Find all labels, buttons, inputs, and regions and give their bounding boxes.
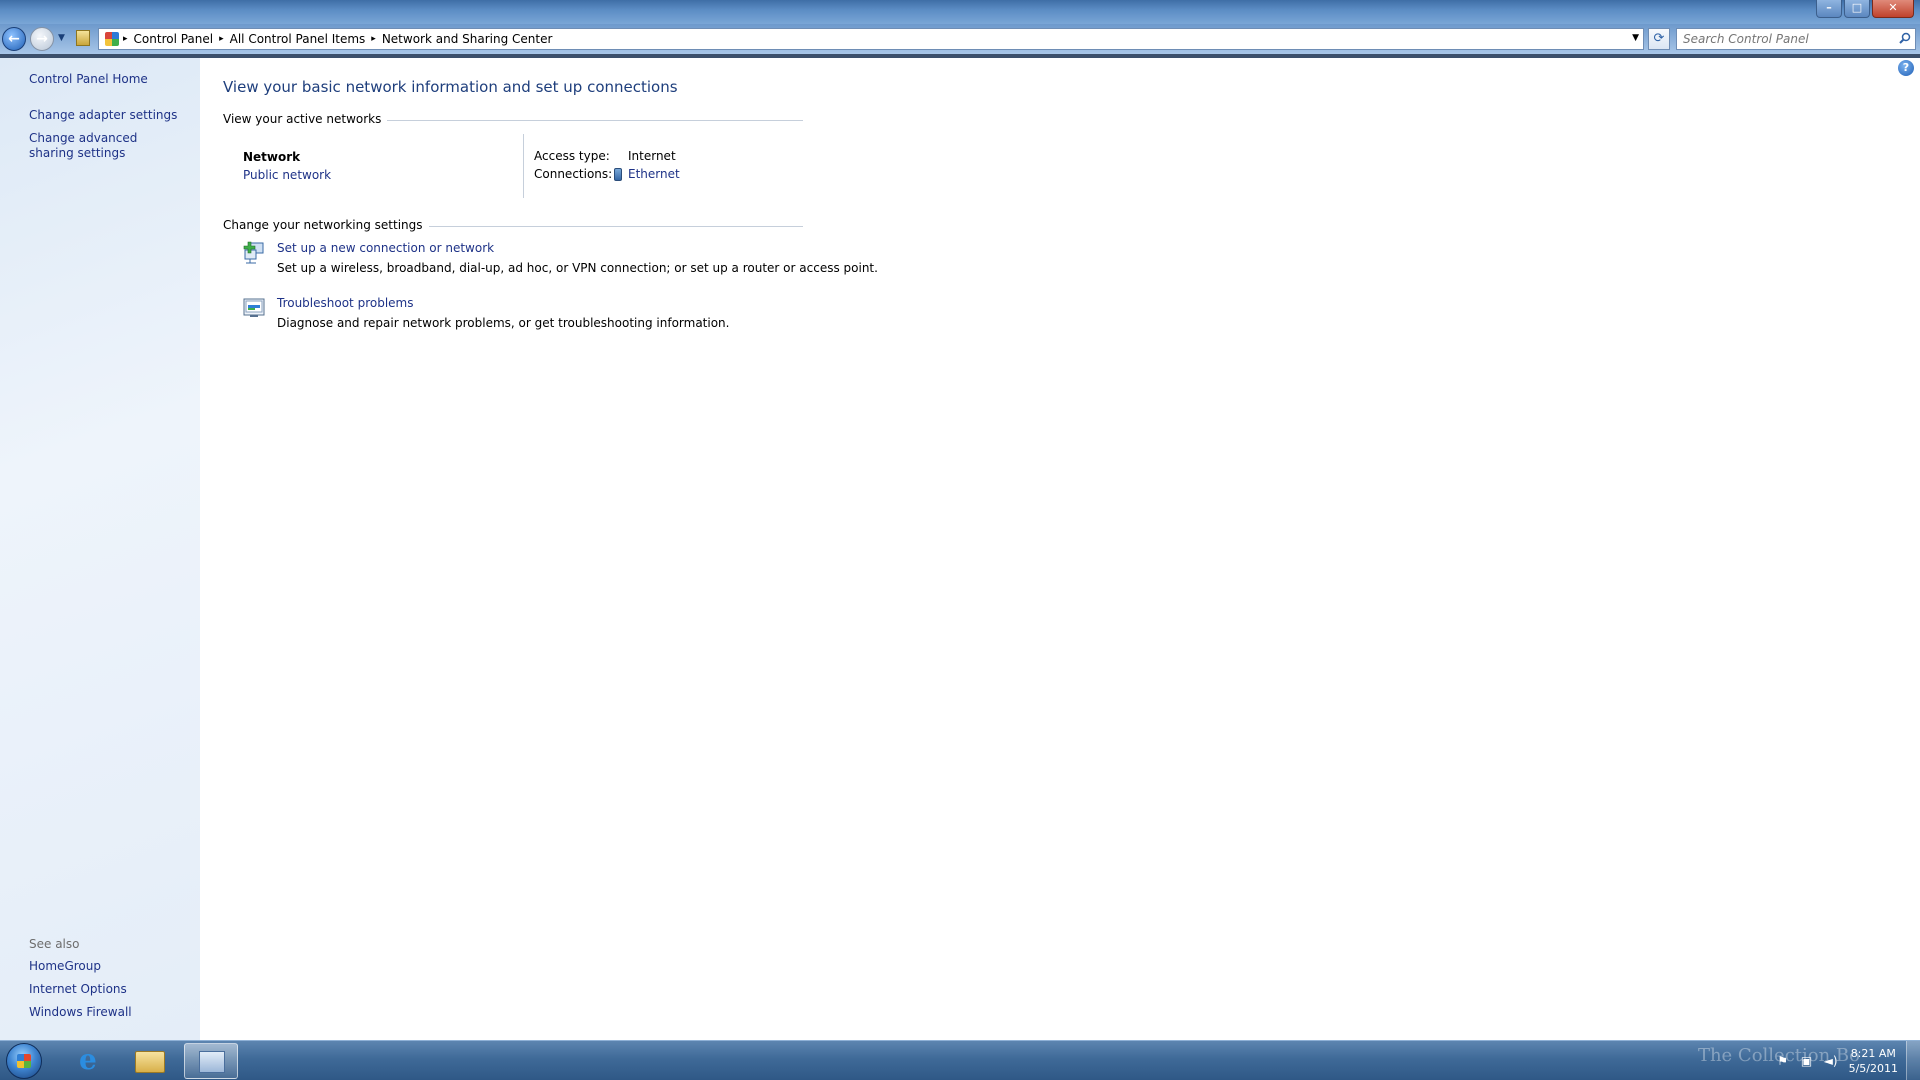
show-desktop-button[interactable] [1906,1041,1920,1080]
setup-connection-description: Set up a wireless, broadband, dial-up, a… [277,261,878,275]
control-panel-taskbar-button[interactable] [184,1043,238,1079]
internet-explorer-icon: e [79,1043,97,1076]
breadcrumb-network-sharing[interactable]: Network and Sharing Center [376,32,559,46]
volume-icon[interactable]: ◄) [1823,1053,1839,1069]
network-type-link[interactable]: Public network [243,168,331,182]
address-toolbar: ← → ▼ ▸ Control Panel ▸ All Control Pane… [0,24,1920,54]
change-settings-heading: Change your networking settings [223,218,429,232]
left-navigation-pane: Control Panel Home Change adapter settin… [0,58,200,1040]
homegroup-link[interactable]: HomeGroup [29,959,101,974]
internet-options-link[interactable]: Internet Options [29,982,127,997]
network-icon[interactable]: ▣ [1799,1053,1815,1069]
troubleshoot-icon[interactable] [242,296,266,320]
clock-date: 5/5/2011 [1848,1062,1898,1075]
troubleshoot-link[interactable]: Troubleshoot problems [277,296,413,310]
minimize-button[interactable]: – [1816,0,1842,18]
notification-area: ⚑ ▣ ◄) 8:21 AM 5/5/2011 [1771,1041,1920,1080]
network-divider [523,134,524,198]
windows-firewall-link[interactable]: Windows Firewall [29,1005,132,1020]
folder-up-icon[interactable] [76,30,90,46]
breadcrumb-all-items[interactable]: All Control Panel Items [224,32,372,46]
start-button[interactable] [6,1043,42,1079]
page-title: View your basic network information and … [223,78,678,96]
network-name: Network [243,150,301,164]
back-button[interactable]: ← [2,27,26,51]
title-bar: – □ ✕ [0,0,1920,24]
search-box[interactable] [1676,28,1916,50]
flag-icon[interactable]: ⚑ [1775,1053,1791,1069]
forward-button[interactable]: → [30,27,54,51]
ethernet-link[interactable]: Ethernet [628,167,680,181]
connections-label: Connections: [534,167,613,181]
address-dropdown-icon[interactable]: ▼ [1632,33,1639,43]
maximize-button[interactable]: □ [1844,0,1870,18]
windows-logo-icon [17,1054,31,1068]
window-controls: – □ ✕ [1816,0,1914,18]
windows-explorer-button[interactable] [122,1043,176,1079]
control-panel-home-link[interactable]: Control Panel Home [29,72,148,87]
folder-icon [135,1051,165,1073]
search-icon[interactable] [1899,32,1911,44]
close-button[interactable]: ✕ [1872,0,1914,18]
troubleshoot-description: Diagnose and repair network problems, or… [277,316,730,330]
ethernet-icon [614,168,622,181]
system-clock[interactable]: 8:21 AM 5/5/2011 [1849,1046,1898,1076]
clock-time: 8:21 AM [1850,1047,1896,1060]
control-panel-icon [105,32,119,46]
breadcrumb-control-panel[interactable]: Control Panel [128,32,220,46]
address-field[interactable]: ▸ Control Panel ▸ All Control Panel Item… [98,28,1644,50]
access-type-label: Access type: [534,149,610,163]
network-setup-icon[interactable] [242,240,266,264]
help-icon[interactable]: ? [1898,60,1914,76]
refresh-button[interactable]: ⟳ [1648,28,1670,50]
recent-pages-dropdown[interactable]: ▼ [58,33,65,43]
taskbar: e The Collection Bo ⚑ ▣ ◄) 8:21 AM 5/5/2… [0,1040,1920,1080]
control-panel-window-icon [199,1051,225,1073]
access-type-value: Internet [628,149,676,163]
change-advanced-sharing-link[interactable]: Change advanced sharing settings [29,131,179,161]
main-content: ? View your basic network information an… [200,58,1920,1040]
internet-explorer-button[interactable]: e [62,1043,116,1079]
see-also-heading: See also [29,937,80,951]
setup-connection-link[interactable]: Set up a new connection or network [277,241,494,255]
change-adapter-settings-link[interactable]: Change adapter settings [29,108,177,123]
active-networks-heading: View your active networks [223,112,388,126]
search-input[interactable] [1677,32,1887,46]
